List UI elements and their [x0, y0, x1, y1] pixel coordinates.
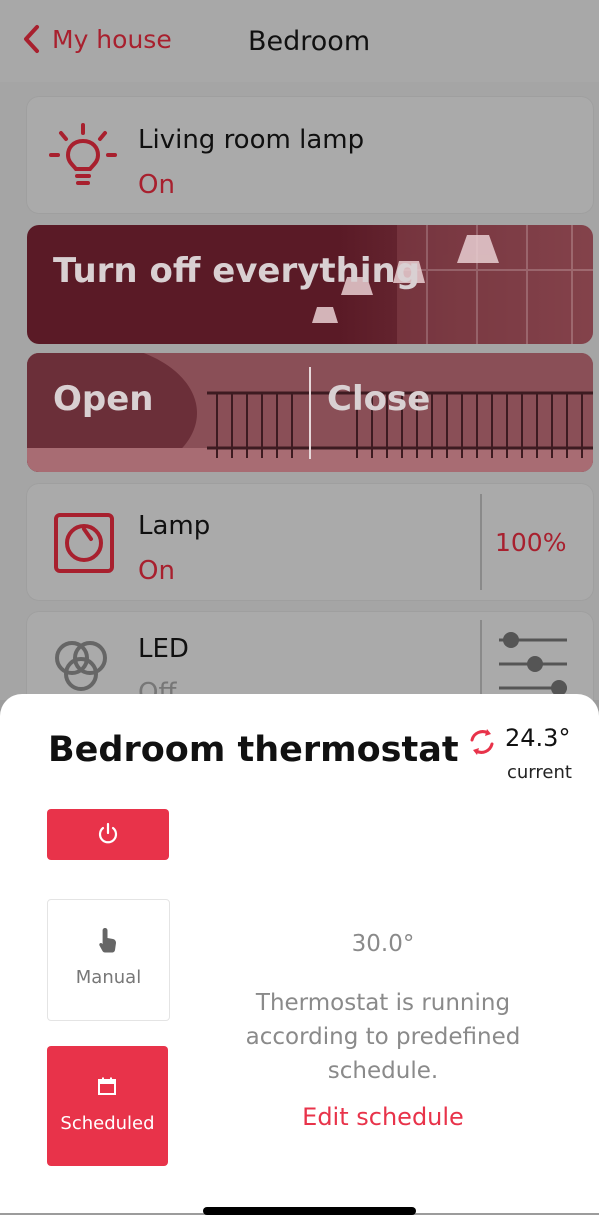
- device-name: Living room lamp: [138, 125, 365, 155]
- device-state: On: [138, 170, 175, 200]
- back-button[interactable]: My house: [22, 24, 172, 54]
- thermostat-sheet: Bedroom thermostat 24.3° current Manual: [0, 694, 599, 1213]
- rgb-circles-icon: [55, 641, 107, 691]
- dimmer-icon: [54, 513, 114, 573]
- gate-close-button[interactable]: Close: [327, 379, 430, 419]
- home-indicator: [203, 1207, 416, 1215]
- scene-label: Turn off everything: [53, 251, 421, 291]
- mode-label: Scheduled: [60, 1113, 155, 1134]
- mode-manual-button[interactable]: Manual: [47, 899, 170, 1021]
- top-bar: My house Bedroom: [0, 0, 599, 82]
- scene-turn-off-everything[interactable]: Turn off everything: [27, 225, 593, 344]
- chevron-left-icon: [24, 25, 39, 53]
- hand-pointer-icon: [99, 928, 116, 953]
- current-temperature: 24.3°: [505, 724, 571, 752]
- lightbulb-icon: [49, 123, 117, 185]
- sync-icon: [470, 729, 494, 755]
- device-name: LED: [138, 634, 189, 664]
- banner-divider: [309, 367, 311, 459]
- thermostat-title: Bedroom thermostat: [48, 730, 459, 770]
- gate-control: Open Close: [27, 353, 593, 472]
- device-card-living-room-lamp[interactable]: Living room lamp On: [27, 97, 593, 213]
- current-temperature-label: current: [507, 762, 572, 783]
- card-divider: [480, 494, 482, 590]
- gate-open-button[interactable]: Open: [53, 379, 154, 419]
- page-title: Bedroom: [248, 26, 371, 57]
- mode-label: Manual: [75, 967, 142, 988]
- calendar-icon: [98, 1077, 116, 1095]
- setpoint-temperature: 30.0°: [351, 931, 415, 957]
- edit-schedule-link[interactable]: Edit schedule: [233, 1103, 533, 1131]
- sliders-icon[interactable]: [497, 632, 569, 696]
- power-button[interactable]: [47, 809, 169, 860]
- lamp-level[interactable]: 100%: [495, 528, 566, 557]
- back-label: My house: [52, 24, 172, 54]
- power-icon: [98, 822, 118, 844]
- device-state: On: [138, 556, 175, 586]
- thermostat-status: Thermostat is running according to prede…: [245, 990, 521, 1084]
- mode-scheduled-button[interactable]: Scheduled: [47, 1046, 168, 1166]
- device-card-lamp[interactable]: Lamp On 100%: [27, 484, 593, 600]
- device-name: Lamp: [138, 511, 211, 541]
